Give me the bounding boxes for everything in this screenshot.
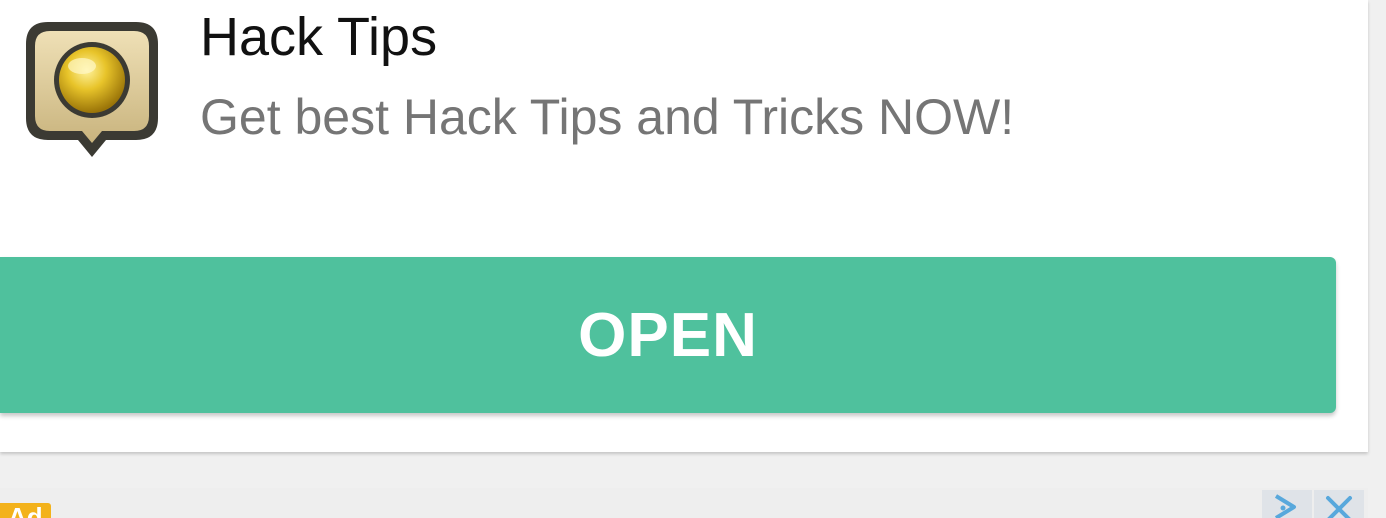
close-icon[interactable] xyxy=(1314,490,1364,518)
ad-screen: Hack Tips Get best Hack Tips and Tricks … xyxy=(0,0,1386,518)
ad-badge: Ad xyxy=(0,503,51,518)
ad-footer-bar xyxy=(0,488,1368,518)
coin-pin-icon-graphic xyxy=(26,22,158,157)
app-description: Get best Hack Tips and Tricks NOW! xyxy=(200,89,1015,145)
adchoices-icon[interactable] xyxy=(1262,490,1312,518)
app-title[interactable]: Hack Tips xyxy=(200,4,437,70)
adchoices-icon-graphic xyxy=(1274,494,1296,518)
open-button-label: OPEN xyxy=(578,300,758,370)
close-icon-graphic xyxy=(1326,496,1352,518)
ad-card[interactable]: Hack Tips Get best Hack Tips and Tricks … xyxy=(0,0,1368,452)
coin-pin-icon[interactable] xyxy=(18,14,166,164)
open-button[interactable]: OPEN xyxy=(0,257,1336,413)
